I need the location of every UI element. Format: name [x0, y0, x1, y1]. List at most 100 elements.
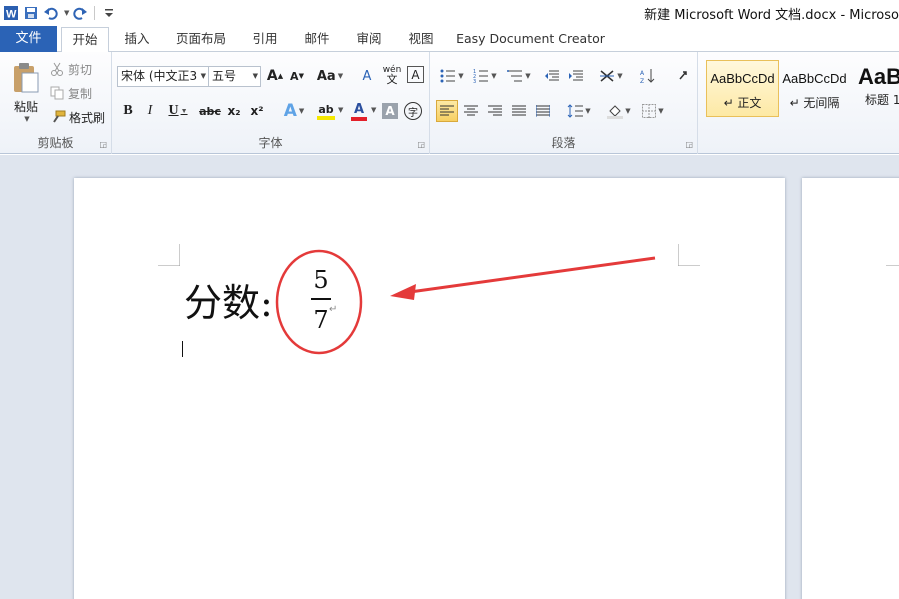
- align-right-button[interactable]: [484, 100, 506, 122]
- customize-icon[interactable]: [100, 4, 118, 22]
- clipboard-launcher-icon[interactable]: ◲: [99, 140, 107, 149]
- tab-page-layout[interactable]: 页面布局: [169, 27, 233, 52]
- tab-mailings[interactable]: 邮件: [297, 27, 337, 52]
- enclose-char-button[interactable]: 字: [404, 102, 422, 120]
- strikethrough-button[interactable]: abc: [198, 101, 222, 121]
- cut-button[interactable]: 剪切: [50, 60, 92, 78]
- sort-button[interactable]: AZ: [638, 66, 658, 86]
- svg-text:A: A: [640, 70, 645, 77]
- text-effects-icon: A: [283, 101, 297, 121]
- decrease-indent-button[interactable]: [542, 66, 562, 86]
- sort-icon: AZ: [640, 69, 655, 84]
- font-name-combo[interactable]: 宋体 (中文正3 ▼: [117, 66, 209, 87]
- clear-format-icon: A: [362, 68, 372, 84]
- redo-icon[interactable]: [71, 4, 89, 22]
- ribbon: 粘贴 ▼ 剪切 复制 格式刷 剪贴板 ◲ 宋体 (中文正3 ▼ 五号 ▼ A ▲ …: [0, 52, 899, 154]
- format-painter-label: 格式刷: [69, 110, 106, 125]
- cut-label: 剪切: [68, 62, 93, 77]
- margin-corner-top-left: [158, 244, 180, 266]
- bold-button[interactable]: B: [119, 101, 137, 121]
- document-page[interactable]: 分数: 5 7 ↵: [74, 178, 785, 599]
- char-border-button[interactable]: A: [407, 66, 424, 83]
- font-color-button[interactable]: A: [345, 101, 373, 123]
- change-case-button[interactable]: Aa ▼: [316, 66, 344, 86]
- format-painter-icon: [53, 110, 66, 123]
- bold-icon: B: [123, 103, 133, 118]
- style-no-spacing[interactable]: AaBbCcDd ↵ 无间隔: [778, 60, 851, 117]
- font-launcher-icon[interactable]: ◲: [417, 140, 425, 149]
- highlight-dropdown-icon[interactable]: ▼: [338, 106, 343, 114]
- undo-dropdown-icon[interactable]: ▼: [64, 9, 69, 17]
- italic-button[interactable]: I: [141, 101, 159, 121]
- format-painter-button[interactable]: 格式刷: [50, 108, 105, 126]
- document-area[interactable]: 分数: 5 7 ↵: [0, 155, 899, 599]
- multilevel-list-button[interactable]: ▼: [504, 66, 534, 86]
- grow-font-icon: A: [266, 68, 278, 84]
- paste-dropdown-icon: ▼: [24, 114, 30, 123]
- paste-button[interactable]: 粘贴 ▼: [6, 57, 46, 127]
- shrink-font-button[interactable]: A ▼: [287, 66, 307, 86]
- annotation-overlay: [275, 249, 656, 355]
- copy-button[interactable]: 复制: [50, 84, 92, 102]
- char-border-icon: A: [411, 67, 420, 82]
- bullets-button[interactable]: ▼: [437, 66, 467, 86]
- tab-home[interactable]: 开始: [61, 27, 109, 53]
- style-heading-1[interactable]: AaB 标题 1: [850, 60, 899, 117]
- font-name-dropdown-icon: ▼: [200, 72, 206, 80]
- font-color-dropdown-icon[interactable]: ▼: [371, 106, 376, 114]
- margin-corner-top-right: [678, 244, 700, 266]
- tab-file[interactable]: 文件: [0, 26, 57, 52]
- text-effects-button[interactable]: A ▼: [280, 101, 308, 121]
- tab-easy-document-creator[interactable]: Easy Document Creator: [453, 27, 608, 52]
- phonetic-guide-button[interactable]: wén 文: [381, 64, 403, 86]
- align-center-button[interactable]: [460, 100, 482, 122]
- grow-font-button[interactable]: A ▲: [265, 66, 285, 86]
- borders-icon: [642, 104, 657, 118]
- paste-icon: [14, 62, 39, 92]
- undo-icon[interactable]: [42, 4, 60, 22]
- paragraph-launcher-icon[interactable]: ◲: [685, 140, 693, 149]
- fraction-label-text[interactable]: 分数:: [184, 272, 273, 327]
- tab-insert[interactable]: 插入: [116, 27, 158, 52]
- style-normal[interactable]: AaBbCcDd ↵ 正文: [706, 60, 779, 117]
- superscript-button[interactable]: x²: [248, 101, 266, 121]
- char-shading-button[interactable]: A: [382, 103, 398, 119]
- underline-icon: U: [168, 103, 179, 118]
- borders-button[interactable]: ▼: [638, 100, 668, 122]
- increase-indent-button[interactable]: [566, 66, 586, 86]
- shading-button[interactable]: ▼: [604, 100, 634, 122]
- shrink-font-icon: A: [290, 69, 299, 83]
- subscript-button[interactable]: x₂: [225, 101, 243, 121]
- text-cursor: [182, 341, 183, 357]
- justify-button[interactable]: [508, 100, 530, 122]
- show-marks-button[interactable]: [674, 66, 692, 86]
- word-logo-icon[interactable]: W: [2, 4, 20, 22]
- style-no-spacing-sample: AaBbCcDd: [782, 71, 847, 86]
- font-color-icon: A: [353, 102, 365, 117]
- italic-icon: I: [147, 103, 153, 118]
- distributed-button[interactable]: [532, 100, 554, 122]
- style-heading-1-label: 标题 1: [865, 93, 899, 107]
- clipboard-group-label: 剪贴板: [37, 136, 74, 150]
- align-left-button[interactable]: [436, 100, 458, 122]
- styles-group: AaBbCcDd ↵ 正文 AaBbCcDd ↵ 无间隔 AaB 标题 1: [698, 52, 899, 154]
- document-page-2[interactable]: [802, 178, 899, 599]
- underline-button[interactable]: U ▼: [164, 101, 192, 121]
- svg-text:Z: Z: [640, 78, 644, 84]
- style-no-spacing-label: ↵ 无间隔: [789, 96, 840, 110]
- asian-layout-button[interactable]: ▼: [596, 66, 626, 86]
- numbering-icon: 123: [473, 69, 489, 83]
- tab-references[interactable]: 引用: [245, 27, 285, 52]
- clear-format-button[interactable]: A: [357, 66, 377, 86]
- strikethrough-icon: abc: [199, 104, 221, 118]
- tab-view[interactable]: 视图: [401, 27, 441, 52]
- paragraph-group: ▼ 1 2 3 ▼ ▼ ▼ AZ ▼ ▼ ▼ 段落 ◲: [430, 52, 698, 154]
- line-spacing-button[interactable]: ▼: [564, 100, 594, 122]
- tab-review[interactable]: 审阅: [349, 27, 389, 52]
- font-name-value: 宋体 (中文正3: [121, 69, 198, 83]
- font-size-combo[interactable]: 五号 ▼: [208, 66, 261, 87]
- numbering-button[interactable]: 1 2 3 ▼: [470, 66, 500, 86]
- justify-icon: [512, 105, 526, 116]
- save-icon[interactable]: [22, 4, 40, 22]
- ribbon-tabs: 文件 开始 插入 页面布局 引用 邮件 审阅 视图 Easy Document …: [0, 25, 899, 53]
